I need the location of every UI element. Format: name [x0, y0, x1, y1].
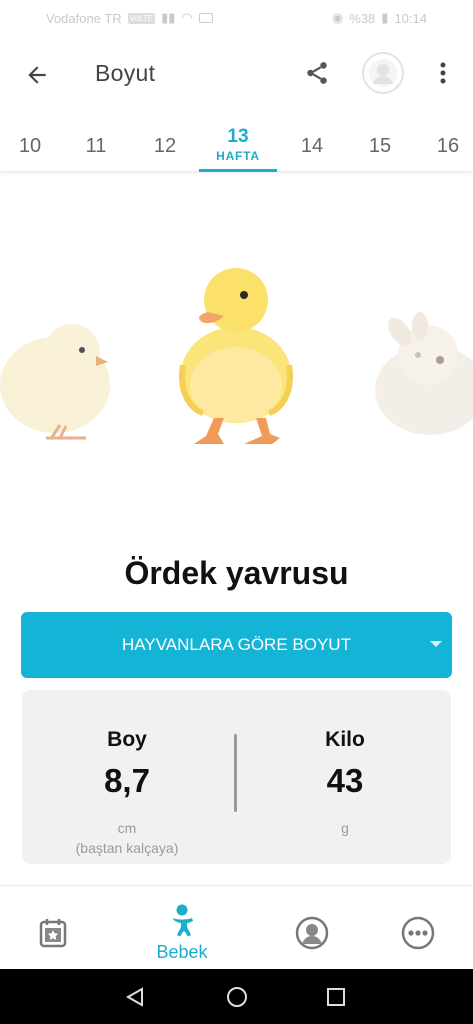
battery-level: %38 [349, 10, 376, 26]
week-label: HAFTA [216, 149, 260, 163]
length-note: (baştan kalçaya) [75, 840, 179, 856]
calendar-star-icon [39, 919, 67, 948]
tab-week-13[interactable]: 13 HAFTA [199, 120, 277, 172]
wifi-icon: ◠ [181, 10, 193, 25]
app-bar: Boyut [0, 36, 473, 112]
stats-divider [234, 734, 237, 812]
tab-week-10[interactable]: 10 [0, 120, 60, 172]
size-comparison-dropdown[interactable]: HAYVANLARA GÖRE BOYUT [21, 612, 452, 678]
week-number: 15 [368, 135, 392, 157]
active-tab-indicator [199, 169, 277, 172]
animal-illustration [0, 268, 473, 444]
square-recents-icon [327, 988, 345, 1006]
week-number: 16 [436, 135, 460, 157]
nav-more[interactable] [368, 886, 468, 970]
weight-stat: Kilo 43 g [240, 690, 450, 838]
more-options-button[interactable] [428, 56, 458, 90]
nav-profile[interactable] [262, 886, 362, 970]
weight-label: Kilo [325, 728, 365, 751]
tab-week-12[interactable]: 12 [135, 120, 195, 172]
week-number: 11 [85, 135, 107, 157]
status-right: ◉ %38 ▮ 10:14 [332, 10, 427, 26]
system-navigation-bar [0, 969, 473, 1024]
notification-icon [198, 13, 213, 23]
back-button[interactable] [20, 58, 54, 92]
system-recents-button[interactable] [322, 983, 350, 1011]
share-icon [307, 62, 327, 84]
size-stats-card: Boy 8,7 cm (baştan kalçaya) Kilo 43 g [22, 690, 451, 864]
status-left: Vodafone TR VoLTE ▮▮ ◠ [46, 10, 213, 26]
animal-name: Ördek yavrusu [124, 555, 349, 591]
system-home-button[interactable] [223, 983, 251, 1011]
baby-icon [172, 904, 193, 937]
nav-baby-label: Bebek [156, 942, 208, 962]
weight-unit: g [341, 820, 349, 836]
week-number: 10 [18, 135, 42, 157]
carrier-label: Vodafone TR [46, 10, 122, 26]
more-vertical-icon [440, 62, 446, 84]
circle-home-icon [227, 987, 247, 1007]
animal-carousel[interactable] [0, 200, 473, 520]
weight-value: 43 [326, 762, 364, 799]
tab-week-15[interactable]: 15 [350, 120, 410, 172]
tab-week-16[interactable]: 16 [418, 120, 473, 172]
profile-avatar-icon [369, 59, 397, 87]
length-unit: cm (baştan kalçaya) [22, 818, 232, 858]
bottom-navigation: Bebek [0, 885, 473, 969]
page-title: Boyut [95, 60, 156, 86]
volte-badge: VoLTE [127, 12, 156, 24]
more-horizontal-icon [401, 916, 435, 950]
triangle-back-icon [125, 987, 143, 1007]
nav-baby[interactable]: Bebek [132, 886, 232, 970]
status-bar: Vodafone TR VoLTE ▮▮ ◠ ◉ %38 ▮ 10:14 [0, 0, 473, 36]
dropdown-label: HAYVANLARA GÖRE BOYUT [122, 635, 351, 654]
profile-avatar-button[interactable] [362, 52, 404, 94]
tab-week-11[interactable]: 11 [66, 120, 126, 172]
week-number: 13 [227, 126, 249, 147]
length-stat: Boy 8,7 cm (baştan kalçaya) [22, 690, 232, 858]
eye-icon: ◉ [331, 10, 344, 25]
system-back-button[interactable] [121, 983, 149, 1011]
length-label: Boy [107, 728, 147, 751]
length-value: 8,7 [104, 762, 150, 799]
length-unit-text: cm [117, 820, 137, 836]
duckling-image [179, 268, 293, 444]
week-number: 14 [300, 135, 324, 157]
week-tabs: 10 11 12 13 HAFTA 14 15 16 [0, 120, 473, 172]
arrow-back-icon [28, 66, 46, 84]
chick-image [0, 324, 110, 440]
battery-icon: ▮ [381, 10, 389, 25]
rabbit-image [375, 312, 473, 435]
share-button[interactable] [300, 56, 334, 90]
clock: 10:14 [394, 10, 427, 26]
signal-icon: ▮▮ [161, 10, 176, 25]
mother-profile-icon [295, 916, 329, 950]
tab-week-14[interactable]: 14 [282, 120, 342, 172]
week-number: 12 [153, 135, 177, 157]
caret-down-icon [430, 641, 442, 647]
nav-calendar[interactable] [3, 886, 103, 970]
